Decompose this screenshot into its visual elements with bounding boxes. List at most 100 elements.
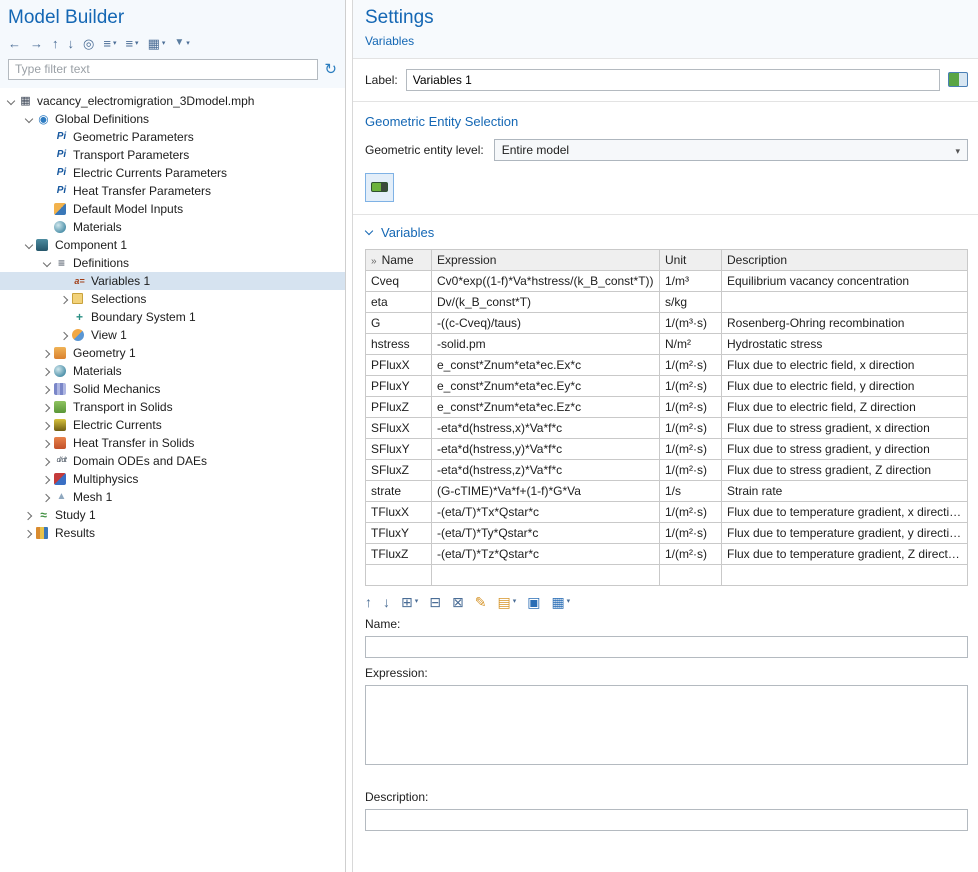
open-icon[interactable]: ▤▾ (497, 595, 516, 609)
tree-chevron-icon[interactable] (23, 239, 36, 251)
cell-description[interactable]: Flux due to temperature gradient, Z dire… (722, 543, 968, 564)
cell-unit[interactable]: 1/(m²·s) (660, 459, 722, 480)
expand-all-icon[interactable]: ≡▾ (125, 37, 138, 50)
cell-description[interactable]: Rosenberg-Ohring recombination (722, 312, 968, 333)
cell-name[interactable]: SFluxX (366, 417, 432, 438)
tree-chevron-icon[interactable] (41, 437, 54, 449)
tree-item[interactable]: Global Definitions (0, 110, 345, 128)
tree-item[interactable]: vacancy_electromigration_3Dmodel.mph (0, 92, 345, 110)
tree-chevron-icon[interactable] (5, 95, 18, 107)
geometric-entity-level-select[interactable]: Entire model (494, 139, 968, 161)
cell-unit[interactable]: 1/m³ (660, 270, 722, 291)
panel-splitter[interactable] (346, 0, 353, 872)
tree-chevron-icon[interactable] (59, 329, 72, 341)
cell-description[interactable]: Flux due to electric field, y direction (722, 375, 968, 396)
filter-icon[interactable]: ▼▾ (174, 38, 189, 48)
tree-chevron-icon[interactable] (41, 383, 54, 395)
tree-item[interactable]: Geometric Parameters (0, 128, 345, 146)
tree-item[interactable]: Definitions (0, 254, 345, 272)
tree-chevron-icon[interactable] (23, 527, 36, 539)
tree-item[interactable]: Solid Mechanics (0, 380, 345, 398)
cell-expression[interactable] (432, 564, 660, 585)
cell-description[interactable]: Flux due to stress gradient, Z direction (722, 459, 968, 480)
cell-expression[interactable]: (G-cTIME)*Va*f+(1-f)*G*Va (432, 480, 660, 501)
filter-input[interactable] (8, 59, 318, 80)
tree-item[interactable]: Study 1 (0, 506, 345, 524)
tree-item[interactable]: Default Model Inputs (0, 200, 345, 218)
tree-chevron-icon[interactable] (41, 185, 54, 197)
tree-item[interactable]: Materials (0, 362, 345, 380)
cell-expression[interactable]: -eta*d(hstress,y)*Va*f*c (432, 438, 660, 459)
cell-unit[interactable]: 1/s (660, 480, 722, 501)
tree-chevron-icon[interactable] (41, 221, 54, 233)
tree-chevron-icon[interactable] (41, 455, 54, 467)
cell-name[interactable]: eta (366, 291, 432, 312)
cell-name[interactable]: SFluxZ (366, 459, 432, 480)
cell-unit[interactable]: 1/(m²·s) (660, 522, 722, 543)
cell-description[interactable]: Flux due to stress gradient, y direction (722, 438, 968, 459)
tree-item[interactable]: Variables 1 (0, 272, 345, 290)
cell-name[interactable]: PFluxY (366, 375, 432, 396)
settings-subtitle[interactable]: Variables (365, 34, 968, 48)
label-options-icon[interactable] (948, 72, 968, 87)
tree-item[interactable]: Materials (0, 218, 345, 236)
cell-unit[interactable]: s/kg (660, 291, 722, 312)
cell-description[interactable]: Flux due to stress gradient, x direction (722, 417, 968, 438)
cell-expression[interactable]: -(eta/T)*Tz*Qstar*c (432, 543, 660, 564)
tree-item[interactable]: Heat Transfer in Solids (0, 434, 345, 452)
cell-name[interactable] (366, 564, 432, 585)
cell-unit[interactable]: 1/(m²·s) (660, 396, 722, 417)
tree-chevron-icon[interactable] (41, 347, 54, 359)
cell-description[interactable]: Flux due to temperature gradient, x dire… (722, 501, 968, 522)
tree-chevron-icon[interactable] (41, 149, 54, 161)
cell-unit[interactable] (660, 564, 722, 585)
clear-icon[interactable]: ⊠ (452, 595, 464, 609)
cell-name[interactable]: PFluxZ (366, 396, 432, 417)
cell-expression[interactable]: e_const*Znum*eta*ec.Ey*c (432, 375, 660, 396)
save-icon[interactable]: ▣ (527, 595, 540, 609)
cell-description[interactable]: Flux due to electric field, Z direction (722, 396, 968, 417)
expression-input[interactable] (365, 685, 968, 765)
tree-item[interactable]: Heat Transfer Parameters (0, 182, 345, 200)
tree-chevron-icon[interactable] (41, 167, 54, 179)
tree-item[interactable]: Electric Currents Parameters (0, 164, 345, 182)
tree-item[interactable]: Boundary System 1 (0, 308, 345, 326)
tree-item[interactable]: View 1 (0, 326, 345, 344)
tree-item[interactable]: Multiphysics (0, 470, 345, 488)
cell-expression[interactable]: -eta*d(hstress,z)*Va*f*c (432, 459, 660, 480)
cell-expression[interactable]: -(eta/T)*Tx*Qstar*c (432, 501, 660, 522)
cell-name[interactable]: PFluxX (366, 354, 432, 375)
cell-description[interactable] (722, 564, 968, 585)
tree-item[interactable]: Transport in Solids (0, 398, 345, 416)
cell-expression[interactable]: Dv/(k_B_const*T) (432, 291, 660, 312)
table-options-icon[interactable]: ▦▾ (551, 595, 570, 609)
tree-item[interactable]: Component 1 (0, 236, 345, 254)
cell-description[interactable]: Hydrostatic stress (722, 333, 968, 354)
move-up-icon[interactable]: ↑ (52, 37, 59, 50)
cell-name[interactable]: Cveq (366, 270, 432, 291)
cell-description[interactable]: Flux due to temperature gradient, y dire… (722, 522, 968, 543)
cell-expression[interactable]: -((c-Cveq)/taus) (432, 312, 660, 333)
cell-expression[interactable]: -solid.pm (432, 333, 660, 354)
tree-chevron-icon[interactable] (59, 293, 72, 305)
tree-chevron-icon[interactable] (41, 473, 54, 485)
cell-unit[interactable]: 1/(m²·s) (660, 438, 722, 459)
name-input[interactable] (365, 636, 968, 658)
tree-chevron-icon[interactable] (59, 311, 72, 323)
move-down-icon[interactable]: ↓ (68, 37, 75, 50)
tree-chevron-icon[interactable] (23, 113, 36, 125)
tree-item[interactable]: Selections (0, 290, 345, 308)
add-icon[interactable]: ⊞▾ (401, 595, 418, 609)
cell-unit[interactable]: 1/(m³·s) (660, 312, 722, 333)
active-selection-toggle[interactable] (365, 173, 394, 202)
cell-unit[interactable]: N/m² (660, 333, 722, 354)
tree-item[interactable]: Electric Currents (0, 416, 345, 434)
cell-name[interactable]: TFluxX (366, 501, 432, 522)
cell-name[interactable]: hstress (366, 333, 432, 354)
tree-item[interactable]: Transport Parameters (0, 146, 345, 164)
edit-icon[interactable]: ✎ (475, 595, 487, 609)
tree-item[interactable]: Domain ODEs and DAEs (0, 452, 345, 470)
tree-item[interactable]: Mesh 1 (0, 488, 345, 506)
description-input[interactable] (365, 809, 968, 831)
cell-expression[interactable]: -(eta/T)*Ty*Qstar*c (432, 522, 660, 543)
